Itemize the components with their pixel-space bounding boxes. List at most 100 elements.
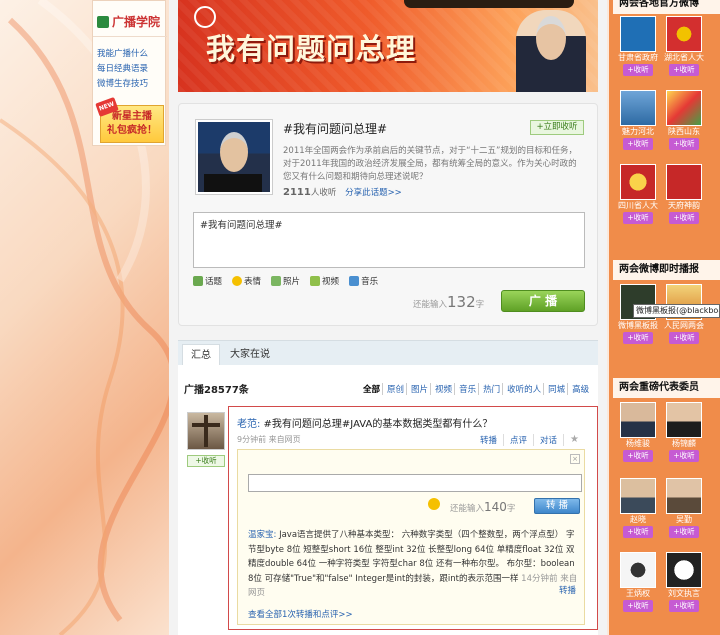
delegate-photo	[666, 402, 702, 438]
filter-original[interactable]: 原创	[385, 383, 408, 395]
account-item[interactable]: 陕西山东 +收听	[662, 90, 706, 150]
delegate-item[interactable]: 刘文执言 +收听	[662, 552, 706, 612]
repost-char-count: 140	[484, 500, 507, 514]
follow-account-button[interactable]: +收听	[669, 212, 699, 224]
microphone-icon	[194, 6, 216, 28]
emoji-tool[interactable]: 表情	[232, 275, 261, 287]
repost-action[interactable]: 转播	[480, 434, 505, 446]
follow-account-button[interactable]: +收听	[623, 212, 653, 224]
close-icon[interactable]: ×	[570, 454, 580, 464]
filter-all[interactable]: 全部	[361, 383, 384, 395]
avatar[interactable]	[187, 412, 225, 450]
follow-account-button[interactable]: +收听	[669, 138, 699, 150]
photo-tool[interactable]: 照片	[271, 275, 300, 287]
follow-delegate-button[interactable]: +收听	[623, 450, 653, 462]
char-prefix: 还能输入	[413, 300, 448, 310]
section-live-broadcast: 两会微博即时播报	[613, 260, 720, 280]
dialog-action[interactable]: 对话	[540, 434, 565, 446]
follow-delegate-button[interactable]: +收听	[669, 600, 699, 612]
account-item[interactable]: 甘肃省政府 +收听	[616, 16, 660, 76]
follow-user-button[interactable]: +收听	[187, 455, 225, 467]
follow-delegate-button[interactable]: +收听	[669, 526, 699, 538]
promo-line-2: 礼包疯抢！	[107, 125, 157, 136]
delegate-photo	[620, 552, 656, 588]
delegate-item[interactable]: 杨维骏 +收听	[616, 402, 660, 462]
delegate-name: 刘文执言	[668, 589, 700, 598]
follow-topic-button[interactable]: +立即收听	[530, 120, 584, 135]
star-icon[interactable]: ★	[570, 434, 585, 446]
academy-link[interactable]: 每日经典语录	[97, 62, 165, 77]
follow-delegate-button[interactable]: +收听	[669, 450, 699, 462]
account-logo	[620, 90, 656, 126]
music-tool[interactable]: 音乐	[349, 275, 378, 287]
filter-music[interactable]: 音乐	[457, 383, 480, 395]
smile-icon[interactable]	[428, 498, 440, 510]
post-text: 老范: #我有问题问总理#JAVA的基本数据类型都有什么？	[237, 415, 492, 430]
video-tool[interactable]: 视频	[310, 275, 339, 287]
repost-input[interactable]	[248, 474, 582, 492]
broadcast-button[interactable]: 广 播	[501, 290, 585, 312]
delegate-item[interactable]: 赵晓 +收听	[616, 478, 660, 538]
filter-local[interactable]: 同城	[546, 383, 569, 395]
delegate-item[interactable]: 杨锦麟 +收听	[662, 402, 706, 462]
music-tool-label: 音乐	[361, 277, 379, 287]
feed-filters: 全部 原创 图片 视频 音乐 热门 收听的人 同城 高级	[361, 383, 591, 395]
follow-account-button[interactable]: +收听	[623, 332, 653, 344]
banner-portrait	[516, 10, 586, 92]
account-item[interactable]: 四川省人大 +收听	[616, 164, 660, 224]
char-count: 132	[447, 293, 476, 311]
compose-textarea[interactable]: #我有问题问总理#	[193, 212, 585, 268]
topic-stats: 2111人收听 分享此话题>>	[283, 186, 402, 198]
quoted-repost-link[interactable]: 转播	[559, 584, 576, 596]
follow-account-button[interactable]: +收听	[623, 138, 653, 150]
new-star-promo[interactable]: NEW 新星主播 礼包疯抢！	[95, 97, 164, 143]
account-item[interactable]: 魅力河北 +收听	[616, 90, 660, 150]
share-topic-link[interactable]: 分享此话题>>	[345, 188, 402, 198]
follow-delegate-button[interactable]: +收听	[623, 526, 653, 538]
topic-tool[interactable]: 话题	[193, 275, 222, 287]
account-name: 魅力河北	[622, 127, 654, 136]
tab-summary[interactable]: 汇总	[182, 344, 220, 366]
account-logo	[620, 16, 656, 52]
follow-account-button[interactable]: +收听	[623, 64, 653, 76]
filter-video[interactable]: 视频	[433, 383, 456, 395]
repost-button[interactable]: 转 播	[534, 498, 580, 514]
topic-title: #我有问题问总理#	[283, 122, 388, 136]
account-logo	[666, 90, 702, 126]
follow-account-button[interactable]: +收听	[669, 64, 699, 76]
follow-account-button[interactable]: +收听	[669, 332, 699, 344]
academy-link[interactable]: 微博生存技巧	[97, 77, 165, 92]
follow-delegate-button[interactable]: +收听	[623, 600, 653, 612]
see-all-reposts-link[interactable]: 查看全部1次转播和点评>>	[248, 608, 353, 620]
delegate-name: 杨锦麟	[672, 439, 696, 448]
repost-char-counter: 还能输入140字	[450, 500, 515, 514]
filter-hot[interactable]: 热门	[481, 383, 504, 395]
quoted-post: 温家宝: Java语言提供了八种基本类型： 六种数字类型（四个整数型，两个浮点型…	[248, 528, 582, 601]
filter-advanced[interactable]: 高级	[570, 383, 591, 395]
delegate-photo	[666, 478, 702, 514]
listener-count: 2111	[283, 187, 311, 198]
photo-tool-label: 照片	[283, 277, 301, 287]
account-logo	[666, 164, 702, 200]
academy-link[interactable]: 我能广播什么	[97, 47, 165, 62]
post-author[interactable]: 老范:	[237, 419, 260, 430]
post-meta: 9分钟前 来自网页	[237, 435, 301, 444]
filter-image[interactable]: 图片	[409, 383, 432, 395]
section-key-delegates: 两会重磅代表委员	[613, 378, 720, 398]
delegate-item[interactable]: 王炳权 +收听	[616, 552, 660, 612]
post-body: #我有问题问总理#JAVA的基本数据类型都有什么？	[260, 419, 493, 430]
account-item[interactable]: 天府神韵 +收听	[662, 164, 706, 224]
quoted-author[interactable]: 温家宝:	[248, 530, 276, 540]
tab-everyone[interactable]: 大家在说	[222, 344, 278, 366]
account-item[interactable]: 湖北省人大 +收听	[662, 16, 706, 76]
academy-links: 我能广播什么 每日经典语录 微博生存技巧	[97, 47, 165, 92]
delegate-photo	[620, 478, 656, 514]
delegate-name: 赵晓	[630, 515, 646, 524]
account-name: 甘肃省政府	[618, 53, 658, 62]
delegate-item[interactable]: 吴勤 +收听	[662, 478, 706, 538]
broadcast-academy-title: 广播学院	[93, 7, 167, 37]
comment-action[interactable]: 点评	[510, 434, 535, 446]
emoji-tool-label: 表情	[244, 277, 262, 287]
account-name: 天府神韵	[668, 201, 700, 210]
filter-following[interactable]: 收听的人	[505, 383, 545, 395]
